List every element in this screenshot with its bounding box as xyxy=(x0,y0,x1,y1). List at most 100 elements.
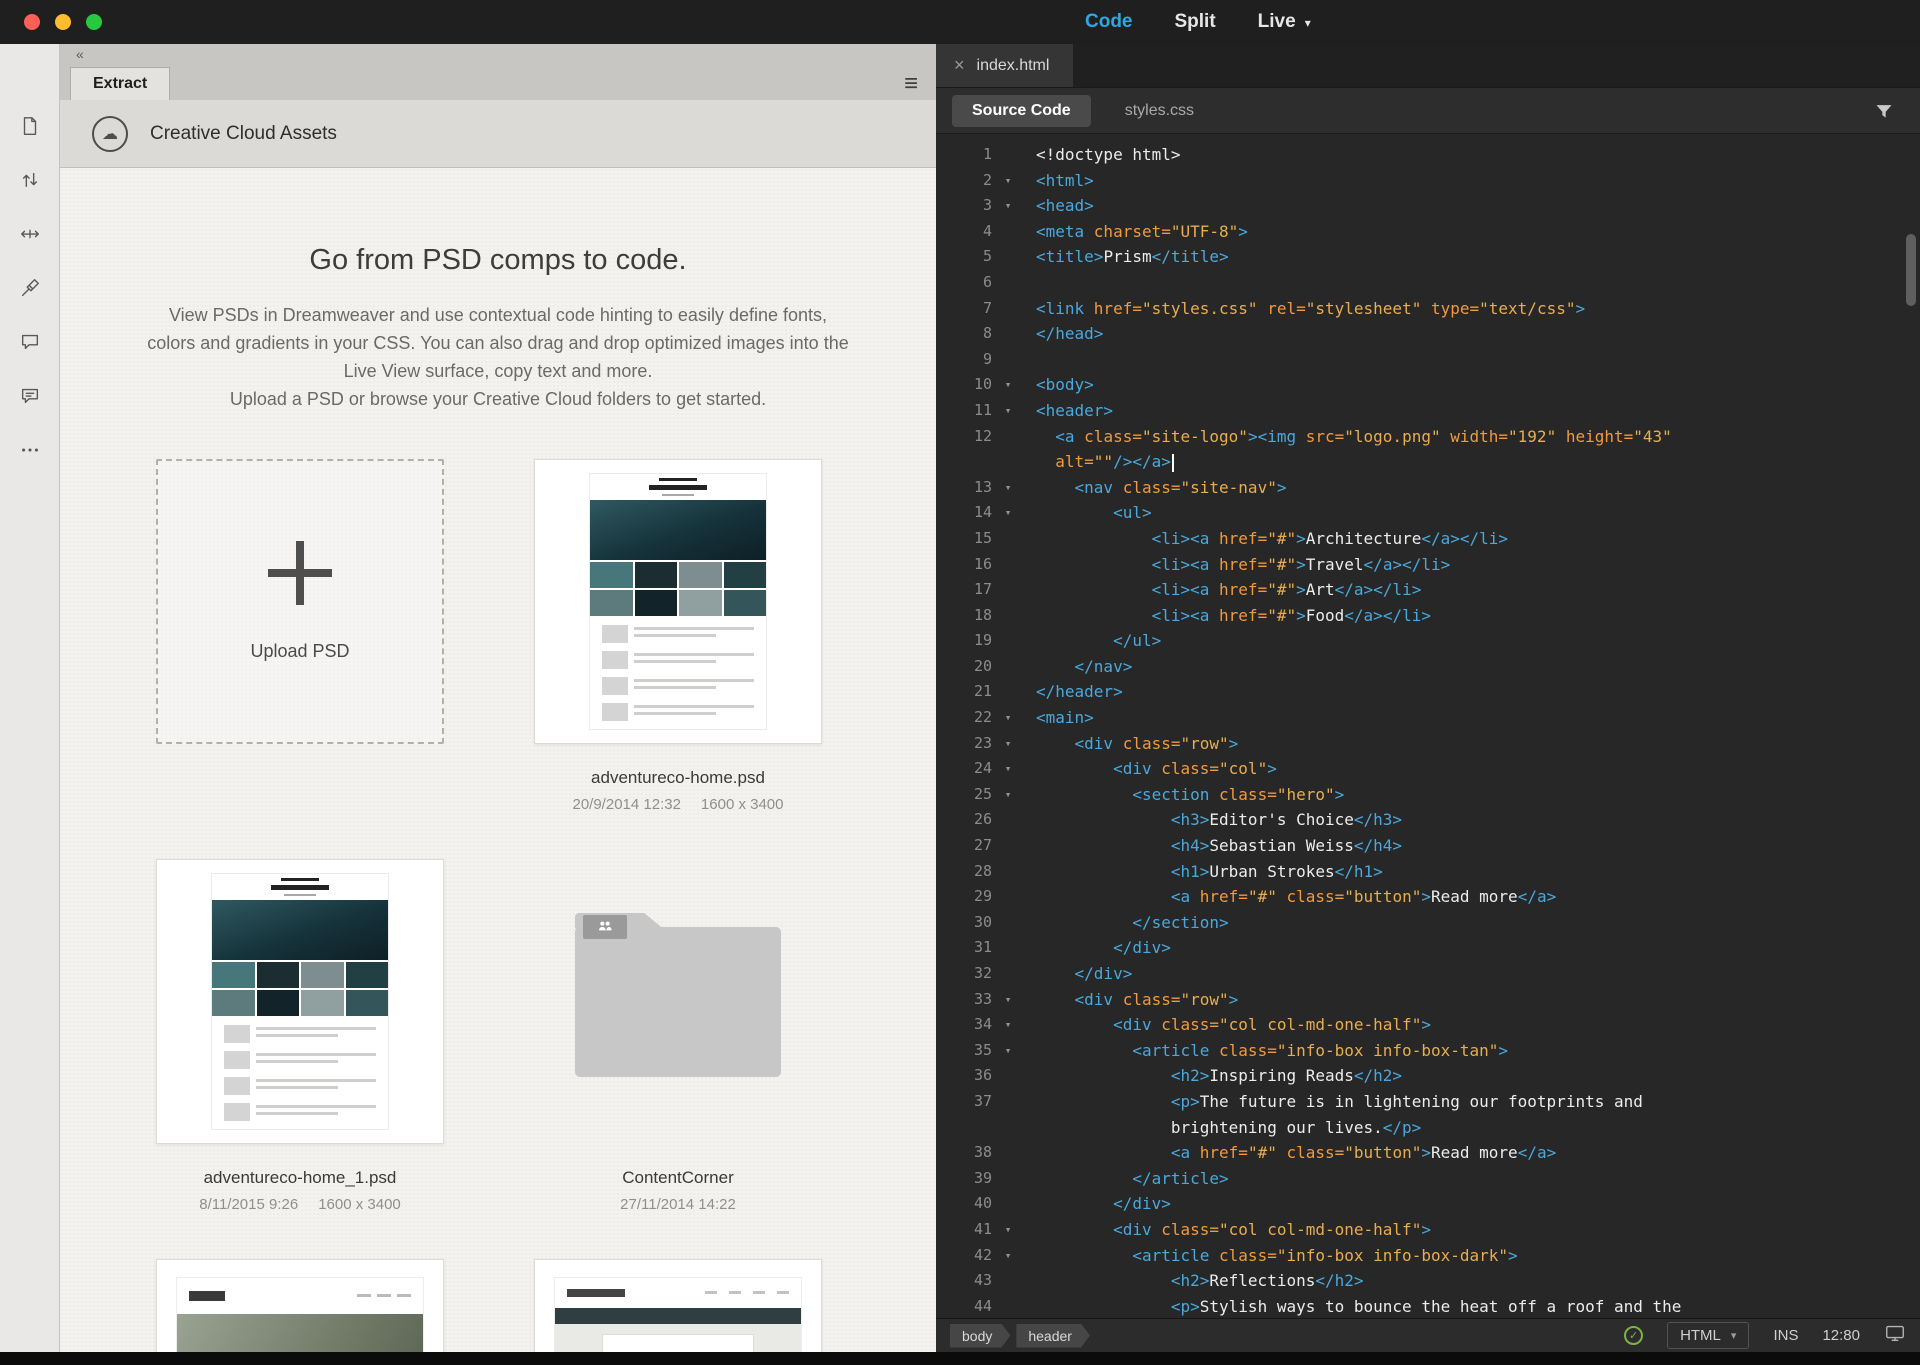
code-view-button[interactable]: Code xyxy=(1085,11,1133,33)
sort-arrows-icon[interactable] xyxy=(13,166,47,194)
collapse-panel-icon[interactable]: « xyxy=(76,46,84,62)
doc-type-dropdown[interactable]: HTML ▾ xyxy=(1667,1322,1750,1349)
code-line[interactable]: 41 ▾ <div class="col col-md-one-half"> xyxy=(936,1217,1920,1243)
fold-arrow-icon[interactable]: ▾ xyxy=(996,1012,1020,1038)
code-area[interactable]: 1 <!doctype html> 2 ▾ <html> 3 ▾ <head> 4 <meta c… xyxy=(936,134,1920,1318)
fold-arrow-icon[interactable]: ▾ xyxy=(996,987,1020,1013)
fold-arrow-icon[interactable]: ▾ xyxy=(996,782,1020,808)
code-line[interactable]: 34 ▾ <div class="col col-md-one-half"> xyxy=(936,1012,1920,1038)
code-line[interactable]: 6 xyxy=(936,270,1920,296)
eyedropper-icon[interactable] xyxy=(13,274,47,302)
line-number xyxy=(936,1115,996,1141)
code-line[interactable]: alt=""/></a> xyxy=(936,449,1920,475)
filter-icon[interactable] xyxy=(1874,101,1894,121)
code-line[interactable]: 1 <!doctype html> xyxy=(936,142,1920,168)
folder-asset-card[interactable] xyxy=(575,912,781,1077)
code-line[interactable]: 13 ▾ <nav class="site-nav"> xyxy=(936,475,1920,501)
psd-asset-card[interactable] xyxy=(534,1259,822,1365)
code-line[interactable]: 44 <p>Stylish ways to bounce the heat of… xyxy=(936,1294,1920,1318)
code-line[interactable]: 37 <p>The future is in lightening our fo… xyxy=(936,1089,1920,1115)
tag-selector-header[interactable]: header xyxy=(1016,1324,1090,1348)
code-line[interactable]: 17 <li><a href="#">Art</a></li> xyxy=(936,577,1920,603)
psd-asset-card[interactable] xyxy=(534,459,822,744)
code-line[interactable]: 35 ▾ <article class="info-box info-box-ta… xyxy=(936,1038,1920,1064)
vertical-scrollbar[interactable] xyxy=(1906,234,1916,306)
code-line[interactable]: 39 </article> xyxy=(936,1166,1920,1192)
asset-grid: Upload PSD adventureco-home.psd 20/9/201… xyxy=(156,459,822,1365)
fold-arrow-icon[interactable]: ▾ xyxy=(996,1038,1020,1064)
code-line[interactable]: 36 <h2>Inspiring Reads</h2> xyxy=(936,1063,1920,1089)
fold-arrow-icon[interactable]: ▾ xyxy=(996,756,1020,782)
code-line[interactable]: 5 <title>Prism</title> xyxy=(936,244,1920,270)
code-line[interactable]: 38 <a href="#" class="button">Read more<… xyxy=(936,1140,1920,1166)
fold-arrow-icon[interactable]: ▾ xyxy=(996,500,1020,526)
code-line[interactable]: 26 <h3>Editor's Choice</h3> xyxy=(936,807,1920,833)
code-line[interactable]: 3 ▾ <head> xyxy=(936,193,1920,219)
close-tab-icon[interactable]: × xyxy=(954,55,965,76)
code-line[interactable]: 10 ▾ <body> xyxy=(936,372,1920,398)
fold-arrow-icon[interactable]: ▾ xyxy=(996,731,1020,757)
code-line[interactable]: 29 <a href="#" class="button">Read more<… xyxy=(936,884,1920,910)
split-view-button[interactable]: Split xyxy=(1175,11,1216,33)
panel-menu-icon[interactable]: ≡ xyxy=(904,72,918,96)
code-line[interactable]: 12 <a class="site-logo"><img src="logo.p… xyxy=(936,424,1920,450)
code-line[interactable]: 2 ▾ <html> xyxy=(936,168,1920,194)
minimize-window-button[interactable] xyxy=(55,14,71,30)
code-line[interactable]: 7 <link href="styles.css" rel="stylesheet… xyxy=(936,296,1920,322)
tab-extract[interactable]: Extract xyxy=(70,67,171,100)
code-text: <h1>Urban Strokes</h1> xyxy=(1170,861,1383,881)
fold-arrow-icon[interactable]: ▾ xyxy=(996,168,1020,194)
code-line[interactable]: 40 </div> xyxy=(936,1191,1920,1217)
close-window-button[interactable] xyxy=(24,14,40,30)
file-sync-icon[interactable] xyxy=(1884,1322,1906,1349)
code-line[interactable]: 27 <h4>Sebastian Weiss</h4> xyxy=(936,833,1920,859)
code-line[interactable]: 32 </div> xyxy=(936,961,1920,987)
code-line[interactable]: 20 </nav> xyxy=(936,654,1920,680)
line-number: 8 xyxy=(982,324,992,343)
code-line[interactable]: 15 <li><a href="#">Architecture</a></li> xyxy=(936,526,1920,552)
code-line[interactable]: 14 ▾ <ul> xyxy=(936,500,1920,526)
code-line[interactable]: 30 </section> xyxy=(936,910,1920,936)
move-tool-icon[interactable] xyxy=(13,220,47,248)
fold-arrow-icon[interactable]: ▾ xyxy=(996,1243,1020,1269)
psd-asset-card[interactable] xyxy=(156,859,444,1144)
fold-arrow-icon[interactable]: ▾ xyxy=(996,475,1020,501)
code-line[interactable]: 16 <li><a href="#">Travel</a></li> xyxy=(936,552,1920,578)
code-line[interactable]: 24 ▾ <div class="col"> xyxy=(936,756,1920,782)
code-line[interactable]: 25 ▾ <section class="hero"> xyxy=(936,782,1920,808)
code-line[interactable]: 21 </header> xyxy=(936,679,1920,705)
tab-index-html[interactable]: × index.html xyxy=(936,44,1074,87)
zoom-window-button[interactable] xyxy=(86,14,102,30)
tag-selector-body[interactable]: body xyxy=(950,1324,1010,1348)
code-line[interactable]: 18 <li><a href="#">Food</a></li> xyxy=(936,603,1920,629)
code-line[interactable]: 8 </head> xyxy=(936,321,1920,347)
code-line[interactable]: 4 <meta charset="UTF-8"> xyxy=(936,219,1920,245)
code-line[interactable]: 23 ▾ <div class="row"> xyxy=(936,731,1920,757)
fold-arrow-icon[interactable]: ▾ xyxy=(996,372,1020,398)
comment-check-icon[interactable] xyxy=(13,382,47,410)
styles-css-button[interactable]: styles.css xyxy=(1125,102,1194,120)
code-line[interactable]: 22 ▾ <main> xyxy=(936,705,1920,731)
code-line[interactable]: 31 </div> xyxy=(936,935,1920,961)
fold-arrow-icon[interactable]: ▾ xyxy=(996,1217,1020,1243)
code-line[interactable]: 42 ▾ <article class="info-box info-box-da… xyxy=(936,1243,1920,1269)
code-line[interactable]: 33 ▾ <div class="row"> xyxy=(936,987,1920,1013)
more-options-icon[interactable] xyxy=(13,436,47,464)
code-line[interactable]: 28 <h1>Urban Strokes</h1> xyxy=(936,859,1920,885)
fold-arrow-icon[interactable]: ▾ xyxy=(996,193,1020,219)
new-file-icon[interactable] xyxy=(13,112,47,140)
code-line[interactable]: 9 xyxy=(936,347,1920,373)
code-line[interactable]: 43 <h2>Reflections</h2> xyxy=(936,1268,1920,1294)
comment-icon[interactable] xyxy=(13,328,47,356)
fold-arrow-icon[interactable]: ▾ xyxy=(996,398,1020,424)
code-line[interactable]: brightening our lives.</p> xyxy=(936,1115,1920,1141)
fold-arrow-icon[interactable]: ▾ xyxy=(996,705,1020,731)
code-line[interactable]: 19 </ul> xyxy=(936,628,1920,654)
source-code-button[interactable]: Source Code xyxy=(952,94,1091,127)
upload-psd-button[interactable]: Upload PSD xyxy=(156,459,444,744)
insert-mode-indicator[interactable]: INS xyxy=(1773,1327,1798,1344)
live-view-button[interactable]: Live ▾ xyxy=(1258,11,1311,33)
code-line[interactable]: 11 ▾ <header> xyxy=(936,398,1920,424)
psd-asset-card[interactable] xyxy=(156,1259,444,1365)
